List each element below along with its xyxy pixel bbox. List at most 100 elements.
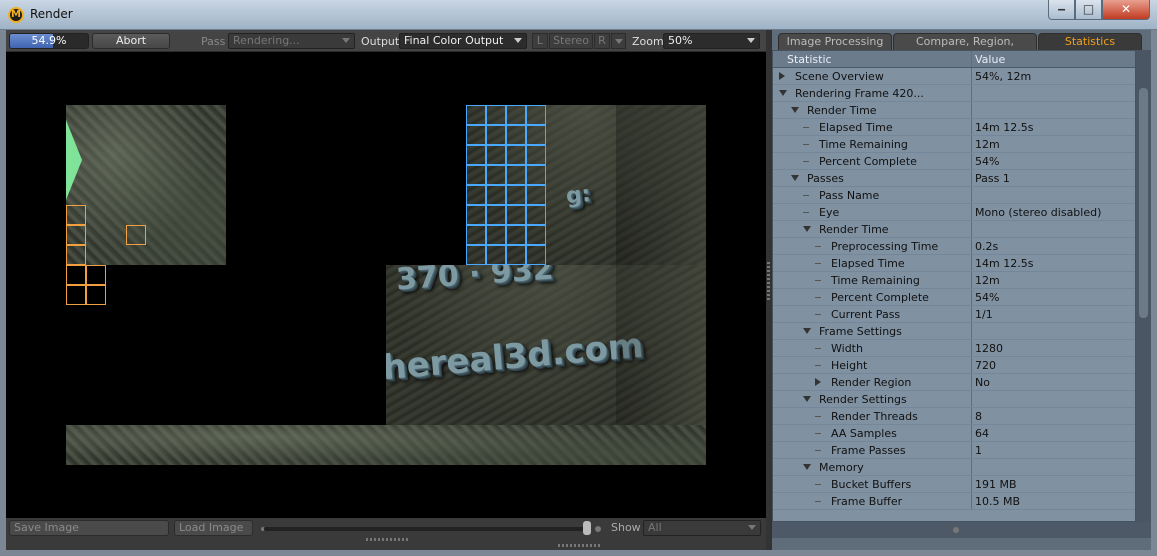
statistics-row[interactable]: Render Region No: [773, 374, 1135, 391]
statistics-row[interactable]: Rendering Frame 420...: [773, 85, 1135, 102]
column-divider: [971, 306, 972, 322]
pass-value: Rendering...: [233, 34, 300, 47]
statistics-row[interactable]: Preprocessing Time 0.2s: [773, 238, 1135, 255]
column-divider: [971, 102, 972, 118]
panel-footer-handle[interactable]: [953, 527, 959, 533]
statistics-row[interactable]: Render Settings: [773, 391, 1135, 408]
close-button[interactable]: ✕: [1102, 0, 1150, 20]
statistics-header: Statistic Value: [773, 51, 1135, 68]
statistics-row[interactable]: Percent Complete 54%: [773, 153, 1135, 170]
tree-leaf-icon: [815, 433, 821, 434]
left-eye-button[interactable]: L: [532, 33, 548, 49]
statistics-row[interactable]: Frame Passes 1: [773, 442, 1135, 459]
statistic-name: Time Remaining: [831, 274, 920, 287]
tab-image-processing[interactable]: Image Processing: [778, 33, 892, 50]
scrollbar-thumb[interactable]: [1139, 88, 1148, 318]
tree-leaf-icon: [815, 280, 821, 281]
expand-arrow-icon[interactable]: [791, 107, 799, 113]
expand-arrow-icon[interactable]: [803, 328, 811, 334]
resize-grip[interactable]: [366, 538, 410, 541]
column-header-value[interactable]: Value: [975, 53, 1005, 66]
column-header-statistic[interactable]: Statistic: [787, 53, 832, 66]
tab-statistics[interactable]: Statistics: [1038, 33, 1142, 50]
column-divider[interactable]: [971, 51, 972, 67]
green-highlight-shape: [66, 120, 82, 200]
expand-arrow-icon[interactable]: [803, 464, 811, 470]
maximize-button[interactable]: □: [1075, 0, 1102, 20]
active-render-bucket: [506, 205, 526, 225]
statistics-row[interactable]: AA Samples 64: [773, 425, 1135, 442]
statistics-row[interactable]: Pass Name: [773, 187, 1135, 204]
statistics-row[interactable]: Time Remaining 12m: [773, 272, 1135, 289]
minimize-button[interactable]: ‒: [1048, 0, 1075, 20]
statistics-row[interactable]: Eye Mono (stereo disabled): [773, 204, 1135, 221]
statistics-row[interactable]: Height 720: [773, 357, 1135, 374]
column-divider: [971, 85, 972, 101]
expand-arrow-icon[interactable]: [803, 396, 811, 402]
statistic-name: Elapsed Time: [831, 257, 905, 270]
expand-arrow-icon[interactable]: [791, 175, 799, 181]
render-viewport[interactable]: g: 370 · 932 hereal3d.com: [6, 52, 766, 518]
tree-leaf-icon: [803, 161, 809, 162]
column-divider: [971, 391, 972, 407]
statistics-row[interactable]: Render Time: [773, 102, 1135, 119]
render-progress-bar: 54.9%: [9, 33, 89, 49]
pass-dropdown[interactable]: Rendering...: [228, 33, 355, 49]
statistics-row[interactable]: Time Remaining 12m: [773, 136, 1135, 153]
expand-arrow-icon[interactable]: [803, 226, 811, 232]
show-dropdown[interactable]: All: [643, 520, 761, 536]
statistics-row[interactable]: Render Threads 8: [773, 408, 1135, 425]
active-render-bucket: [466, 125, 486, 145]
abort-button[interactable]: Abort: [92, 33, 170, 49]
active-render-bucket: [506, 145, 526, 165]
statistic-value: 14m 12.5s: [975, 257, 1034, 270]
stereo-button[interactable]: Stereo: [549, 33, 593, 49]
statistics-row[interactable]: Passes Pass 1: [773, 170, 1135, 187]
slider-end-marker[interactable]: [595, 526, 601, 532]
statistics-row[interactable]: Frame Settings: [773, 323, 1135, 340]
chevron-down-icon: [748, 525, 756, 530]
tree-leaf-icon: [803, 127, 809, 128]
statistics-scrollbar[interactable]: [1136, 50, 1151, 522]
statistics-row[interactable]: Width 1280: [773, 340, 1135, 357]
collapse-arrow-icon[interactable]: [815, 378, 821, 386]
column-divider: [971, 204, 972, 220]
active-render-bucket: [466, 105, 486, 125]
output-label: Output: [361, 35, 400, 48]
column-divider: [971, 68, 972, 84]
pending-render-bucket: [66, 205, 86, 225]
zoom-dropdown[interactable]: 50%: [663, 33, 760, 49]
stereo-dropdown[interactable]: [611, 33, 626, 49]
pending-render-bucket: [66, 245, 86, 265]
resize-grip[interactable]: [558, 544, 602, 547]
zoom-value: 50%: [668, 34, 693, 47]
statistics-row[interactable]: Render Time: [773, 221, 1135, 238]
load-image-button[interactable]: Load Image: [174, 520, 253, 536]
save-image-button[interactable]: Save Image: [9, 520, 169, 536]
expand-arrow-icon[interactable]: [779, 90, 787, 96]
tree-leaf-icon: [815, 416, 821, 417]
chevron-down-icon: [747, 38, 755, 43]
rendered-region: 370 · 932 hereal3d.com: [386, 265, 706, 425]
tree-leaf-icon: [815, 365, 821, 366]
statistics-row[interactable]: Current Pass 1/1: [773, 306, 1135, 323]
statistics-row[interactable]: Scene Overview 54%, 12m: [773, 68, 1135, 85]
statistics-row[interactable]: Memory: [773, 459, 1135, 476]
statistic-value: 64: [975, 427, 989, 440]
frame-slider-handle[interactable]: [583, 521, 591, 535]
tab-compare-region-options[interactable]: Compare, Region, Options: [893, 33, 1037, 64]
pending-render-bucket: [66, 225, 86, 245]
active-render-bucket: [466, 145, 486, 165]
statistics-row[interactable]: Elapsed Time 14m 12.5s: [773, 255, 1135, 272]
output-value: Final Color Output: [404, 34, 504, 47]
collapse-arrow-icon[interactable]: [779, 72, 785, 80]
output-dropdown[interactable]: Final Color Output: [399, 33, 527, 49]
statistics-row[interactable]: Bucket Buffers 191 MB: [773, 476, 1135, 493]
statistics-row[interactable]: Percent Complete 54%: [773, 289, 1135, 306]
frame-slider-track[interactable]: [264, 527, 590, 531]
statistics-row[interactable]: Elapsed Time 14m 12.5s: [773, 119, 1135, 136]
right-eye-button[interactable]: R: [594, 33, 610, 49]
statistics-row[interactable]: Frame Buffer 10.5 MB: [773, 493, 1135, 510]
active-render-bucket: [506, 105, 526, 125]
active-render-bucket: [486, 145, 506, 165]
